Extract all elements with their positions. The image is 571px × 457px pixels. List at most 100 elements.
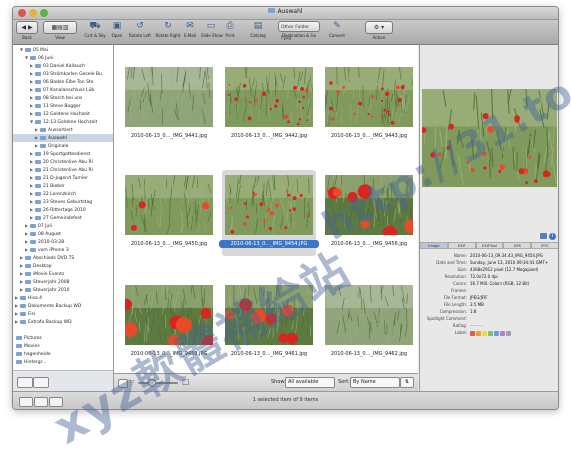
toolbar-item-cart[interactable]: ⛟Cart & Sky (83, 21, 107, 38)
gear-icon[interactable]: ⚙ ▾ (365, 21, 393, 34)
label-color-swatch[interactable] (482, 331, 487, 336)
sidebar-folder-item[interactable]: ▶27 Gemeindefest (13, 214, 113, 222)
photo-thumbnail[interactable] (125, 67, 213, 127)
cart-icon: ⛟ (89, 21, 101, 32)
sidebar-folder-item[interactable]: ▶20 Christenlive Abu Ri (13, 158, 113, 166)
sidebar-folder-item[interactable]: ▶vom iPhone 3 (13, 246, 113, 254)
sidebar-folder-item[interactable]: ▶12 Goldene Hochzeit (13, 110, 113, 118)
sidebar-folder-item[interactable]: ▶03 Strömkarlen Gesele Bu (13, 70, 113, 78)
folder-icon (35, 104, 41, 108)
sidebar-options-button[interactable] (33, 377, 49, 388)
sidebar-folder-item[interactable]: ▶Originale (13, 142, 113, 150)
sidebar-folder-item[interactable]: ▶08 August (13, 230, 113, 238)
sidebar-folder-item[interactable]: ▶22 Lorenzkirch (13, 190, 113, 198)
thumbnail-caption[interactable]: 2010-06-13_0..._IMG_9442.jpg (219, 132, 319, 140)
folder-icon (25, 280, 31, 284)
folder-sidebar[interactable]: ▼05 Mai▼06 Juni▶03 Daniel Kallauch▶03 St… (13, 45, 114, 391)
label-color-swatch[interactable] (476, 331, 481, 336)
preview-photo-icon[interactable] (540, 233, 547, 239)
sidebar-folder-label: Auswahl (48, 136, 67, 141)
sidebar-folder-item[interactable]: ▼05 Mai (13, 46, 113, 54)
sidebar-place-item[interactable]: Pictures (13, 335, 42, 343)
inspector-tab[interactable]: EXIFTool (476, 242, 504, 249)
label-color-swatch[interactable] (488, 331, 493, 336)
toolbar-item-convert[interactable]: ✎Convert (325, 21, 349, 38)
sidebar-folder-item[interactable]: ▶08 Storch bei uns (13, 94, 113, 102)
sort-direction-button[interactable]: ⇅ (400, 377, 414, 388)
back-forward-icon[interactable]: ◀ ▶ (16, 21, 38, 34)
destination-select[interactable]: Other Folder (.jpg (278, 21, 320, 32)
sidebar-place-label: Hintergr... (24, 360, 46, 365)
toolbar-item-rotate-right[interactable]: ↻Rotate Right (155, 21, 181, 38)
sidebar-folder-item[interactable]: ▶19 Sportgottesdienst (13, 150, 113, 158)
sidebar-folder-item[interactable]: ▶2010-03-28 (13, 238, 113, 246)
sidebar-folder-label: 20 Christenlive Abu Ri (43, 160, 93, 165)
inspector-tab[interactable]: Image (420, 242, 448, 249)
folder-icon (30, 240, 36, 244)
sidebar-folder-item[interactable]: ▼12-13 Goldene Hochzeit (13, 118, 113, 126)
show-select[interactable]: All available (285, 377, 335, 388)
label-color-swatch[interactable] (494, 331, 499, 336)
sidebar-folder-item[interactable]: ▶Steuerjahr 2010 (13, 286, 113, 294)
photo-thumbnail[interactable] (125, 175, 213, 235)
sidebar-folder-item[interactable]: ▶26 Rittertage 2010 (13, 206, 113, 214)
inspector-tab[interactable]: GPS (503, 242, 531, 249)
sidebar-folder-item[interactable]: ▶Aussortiert (13, 126, 113, 134)
label-color-swatch[interactable] (506, 331, 511, 336)
sidebar-folder-item[interactable]: ▼06 Juni (13, 54, 113, 62)
thumbnail-caption[interactable]: 2010-06-13_0..._IMG_9441.jpg (119, 132, 219, 140)
folder-icon (40, 136, 46, 140)
photo-thumbnail[interactable] (225, 67, 313, 127)
metadata-value: 2010-06-13_09.34.43_IMG_9454.JPG (470, 253, 543, 260)
sidebar-folder-label: 06 Juni (38, 56, 53, 61)
photo-thumbnail[interactable] (325, 67, 413, 127)
toolbar-item-catalog[interactable]: ▤Catalog (245, 21, 271, 38)
sidebar-folder-item[interactable]: ▶Desktop (13, 262, 113, 270)
toolbar-item-email[interactable]: ✉E-Mail (181, 21, 199, 38)
sidebar-folder-item[interactable]: ▶Dokumente Backup WD (13, 302, 113, 310)
sort-select[interactable]: By Name (350, 377, 400, 388)
sidebar-folder-item[interactable]: ▶Hisa 4 (13, 294, 113, 302)
sidebar-folder-item[interactable]: ▶Fisi (13, 310, 113, 318)
label-color-swatch[interactable] (500, 331, 505, 336)
view-mode-icon[interactable]: ▦▤▥ (43, 21, 77, 34)
sidebar-folder-item[interactable]: ▶iMovie Events (13, 270, 113, 278)
sidebar-folder-item[interactable]: ▶Auswahl (13, 134, 113, 142)
toolbar-item-open[interactable]: ▣Open (108, 21, 126, 38)
toolbar-item-view-mode[interactable]: ▦▤▥View (43, 21, 77, 40)
sidebar-folder-item[interactable]: ▶23 Steves Geburtstag (13, 198, 113, 206)
photo-image (125, 175, 213, 235)
sidebar-place-item[interactable]: hagenheide (13, 351, 51, 359)
label-color-swatch[interactable] (470, 331, 475, 336)
toolbar-item-rotate-left[interactable]: ↺Rotate Left (128, 21, 152, 38)
add-folder-button[interactable] (17, 377, 33, 388)
sidebar-folder-item[interactable]: ▶Extrafu Backup WD (13, 318, 113, 326)
toolbar-item-print[interactable]: ⎙Print (221, 21, 239, 38)
sidebar-folder-item[interactable]: ▶11 Steve Bogger (13, 102, 113, 110)
sidebar-place-item[interactable]: Hintergr... (13, 359, 46, 367)
inspector-tab[interactable]: IPTC (531, 242, 559, 249)
folder-icon (35, 96, 41, 100)
sidebar-folder-item[interactable]: ▶21 D-Jugend Turnier (13, 174, 113, 182)
folder-icon (35, 64, 41, 68)
sidebar-folder-item[interactable]: ▶07 Juli (13, 222, 113, 230)
thumbnail-caption[interactable]: 2010-06-13_0..._IMG_9462.jpg (319, 350, 419, 358)
sidebar-folder-item[interactable]: ▶Abschieds DVD TS (13, 254, 113, 262)
thumbnail-caption[interactable]: 2010-06-13_0..._IMG_9443.jpg (319, 132, 419, 140)
sidebar-folder-item[interactable]: ▶03 Daniel Kallauch (13, 62, 113, 70)
sidebar-folder-item[interactable]: ▶21 Bieber (13, 182, 113, 190)
info-icon[interactable]: i (549, 233, 556, 240)
sidebar-folder-item[interactable]: ▶21 Christenlive Abu Ri (13, 166, 113, 174)
sidebar-folder-item[interactable]: ▶06 Baden Elbe Ton Ste (13, 78, 113, 86)
sidebar-folder-item[interactable]: ▶07 Kanalanschluss Lüb (13, 86, 113, 94)
sidebar-folder-item[interactable]: ▶Steuerjahr 2008 (13, 278, 113, 286)
toolbar-item-destination[interactable]: Other Folder (.jpgDestination & Go (277, 21, 321, 38)
toolbar-item-slideshow[interactable]: ▭Slide Show (201, 21, 221, 38)
toolbar-item-back-forward[interactable]: ◀ ▶Back (16, 21, 38, 40)
sidebar-place-item[interactable]: Movies (13, 343, 40, 351)
toolbar-item-gear[interactable]: ⚙ ▾Action (365, 21, 393, 40)
thumbnail-caption[interactable]: 2010-06-13_0..._IMG_9450.jpg (119, 240, 219, 248)
photo-thumbnail[interactable] (225, 175, 313, 235)
metadata-row: File Format:JPEG/JFIF (420, 295, 559, 302)
inspector-tab[interactable]: EXIF (448, 242, 476, 249)
